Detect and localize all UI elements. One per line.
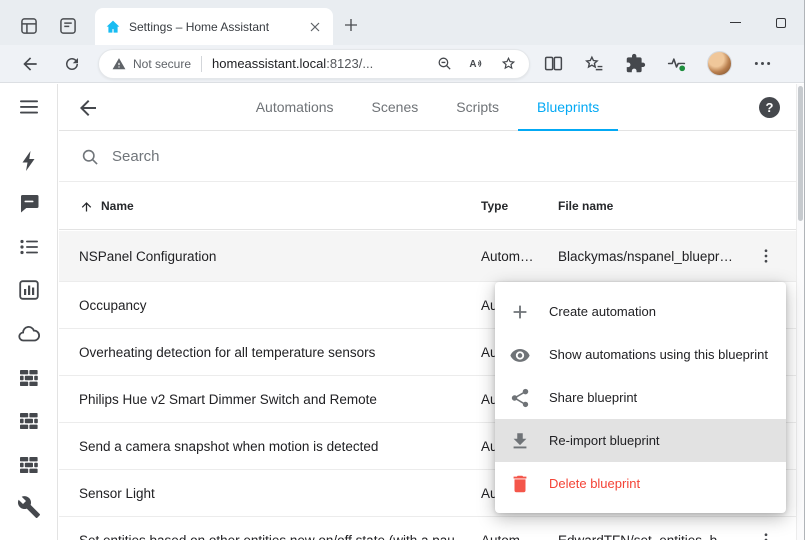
column-label-name: Name [101,199,134,213]
sidebar-history-icon[interactable] [17,278,41,302]
menu-item-label: Create automation [549,304,656,319]
browser-titlebar: Settings – Home Assistant [0,0,804,45]
row-type: Autom… [481,533,558,540]
column-header-type[interactable]: Type [481,199,558,213]
menu-item-show-automations[interactable]: Show automations using this blueprint [495,333,786,376]
sidebar-dashboard-3-icon[interactable] [17,453,41,477]
not-secure-warning-icon [112,57,126,71]
row-file: Blackymas/nspanel_blueprin… [558,249,744,264]
menu-item-share-blueprint[interactable]: Share blueprint [495,376,786,419]
profile-avatar[interactable] [707,51,732,76]
column-header-file[interactable]: File name [558,199,744,213]
browser-menu-icon[interactable] [752,53,773,74]
browser-navbar: Not secure homeassistant.local:8123/... … [0,45,804,83]
page-scrollbar[interactable] [796,84,804,540]
minimize-button[interactable] [712,0,758,45]
sidebar-energy-icon[interactable] [17,149,41,173]
search-icon [80,147,100,167]
menu-item-delete-blueprint[interactable]: Delete blueprint [495,462,786,505]
sidebar-dashboard-2-icon[interactable] [17,409,41,433]
row-name: Sensor Light [79,486,481,501]
tab-actions-icon[interactable] [58,16,78,36]
blueprint-context-menu: Create automation Show automations using… [495,282,786,513]
workspaces-icon[interactable] [19,16,39,36]
tab-title: Settings – Home Assistant [129,20,307,34]
url-host: homeassistant.local [212,56,326,71]
row-name: Send a camera snapshot when motion is de… [79,439,481,454]
row-name: Set entities based on other entities new… [79,533,481,540]
help-icon[interactable]: ? [759,97,780,118]
split-screen-icon[interactable] [543,53,564,74]
read-aloud-icon[interactable]: A [468,55,485,72]
browser-back-icon[interactable] [20,54,40,74]
row-type: Autom… [481,249,558,264]
table-row[interactable]: Set entities based on other entities new… [59,517,796,540]
security-label[interactable]: Not secure [133,57,191,71]
sidebar-menu-icon[interactable] [17,95,41,119]
new-tab-button[interactable] [342,16,360,34]
menu-item-label: Show automations using this blueprint [549,347,768,362]
url-text[interactable]: homeassistant.local:8123/... [212,56,373,71]
tab-blueprints[interactable]: Blueprints [518,84,618,131]
row-name: NSPanel Configuration [79,249,481,264]
address-divider [201,56,202,72]
trash-icon [509,473,531,495]
search-bar [59,132,796,182]
sort-ascending-icon [79,199,94,214]
sidebar-dashboard-1-icon[interactable] [17,366,41,390]
table-row[interactable]: NSPanel Configuration Autom… Blackymas/n… [59,231,796,282]
menu-item-create-automation[interactable]: Create automation [495,290,786,333]
row-overflow-menu-icon[interactable] [757,531,775,540]
home-assistant-favicon-icon [105,19,121,35]
row-overflow-menu-icon[interactable] [757,247,775,265]
tab-automations[interactable]: Automations [237,84,353,131]
sidebar-developer-tools-icon[interactable] [17,495,41,519]
tab-close-icon[interactable] [307,19,323,35]
url-tail: :8123/... [326,56,373,71]
plus-icon [509,301,531,323]
tab-scripts[interactable]: Scripts [437,84,518,131]
favorites-icon[interactable] [584,53,605,74]
row-file: EdwardTFN/set_entities_bas… [558,533,744,540]
sidebar-assist-icon[interactable] [17,192,41,216]
search-input[interactable] [112,148,796,165]
sidebar-cloud-icon[interactable] [17,322,41,346]
browser-window: Settings – Home Assistant Not secure [0,0,805,540]
browser-tab[interactable]: Settings – Home Assistant [95,8,333,45]
ha-back-icon[interactable] [76,96,100,120]
address-bar[interactable]: Not secure homeassistant.local:8123/... … [98,49,530,79]
tab-scenes[interactable]: Scenes [353,84,438,131]
scrollbar-thumb[interactable] [798,86,803,221]
row-name: Overheating detection for all temperatur… [79,345,481,360]
sidebar-logbook-icon[interactable] [17,235,41,259]
row-name: Occupancy [79,298,481,313]
ha-sidebar [0,84,58,540]
table-header: Name Type File name [59,183,796,230]
zoom-out-icon[interactable] [436,55,453,72]
menu-item-label: Delete blueprint [549,476,640,491]
browser-essentials-icon[interactable] [666,53,687,74]
column-header-name[interactable]: Name [79,199,481,214]
menu-item-label: Re-import blueprint [549,433,660,448]
ha-tab-bar: Automations Scenes Scripts Blueprints [119,84,736,131]
row-name: Philips Hue v2 Smart Dimmer Switch and R… [79,392,481,407]
menu-item-reimport-blueprint[interactable]: Re-import blueprint [495,419,786,462]
eye-icon [509,344,531,366]
window-controls [712,0,804,45]
ha-header: Automations Scenes Scripts Blueprints ? [59,84,796,131]
refresh-icon[interactable] [63,55,81,73]
favorite-star-icon[interactable] [500,55,517,72]
maximize-button[interactable] [758,0,804,45]
svg-text:A: A [469,59,476,70]
extensions-icon[interactable] [625,53,646,74]
menu-item-label: Share blueprint [549,390,637,405]
share-icon [509,387,531,409]
download-icon [509,430,531,452]
